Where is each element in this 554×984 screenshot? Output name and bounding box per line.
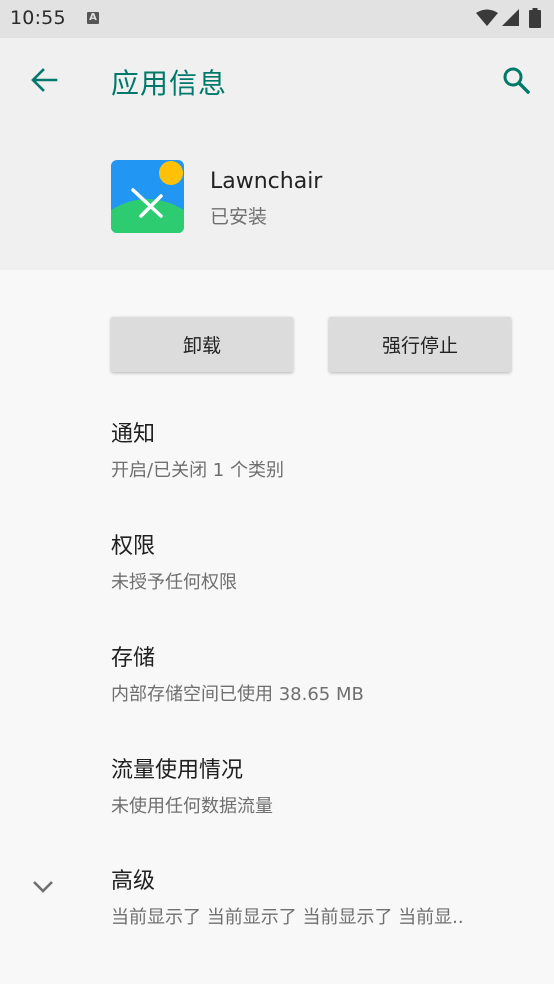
app-info-screen: 10:55 A 应用信息 Lawnchair 已安装 卸载 强行停止 通知 开启… [0, 0, 554, 984]
item-title: 流量使用情况 [111, 758, 244, 783]
lawnchair-app-icon [111, 160, 184, 233]
page-title: 应用信息 [111, 67, 228, 100]
a-icon: A [87, 12, 99, 24]
item-summary: 未使用任何数据流量 [111, 796, 273, 817]
back-button[interactable] [24, 60, 64, 100]
status-bar: 10:55 A [0, 0, 554, 38]
force-stop-button[interactable]: 强行停止 [329, 317, 511, 372]
advanced-item[interactable]: 高级 当前显示了 当前显示了 当前显示了 当前显.. [111, 863, 541, 929]
item-title: 权限 [111, 534, 156, 559]
item-summary: 开启/已关闭 1 个类别 [111, 460, 284, 481]
storage-item[interactable]: 存储 内部存储空间已使用 38.65 MB [111, 640, 541, 706]
uninstall-button[interactable]: 卸载 [111, 317, 293, 372]
app-name: Lawnchair [210, 169, 323, 194]
item-summary: 内部存储空间已使用 38.65 MB [111, 684, 364, 705]
status-time: 10:55 [10, 7, 66, 29]
signal-icon [502, 9, 519, 26]
app-header: 应用信息 Lawnchair 已安装 [0, 38, 554, 270]
item-summary: 未授予任何权限 [111, 572, 237, 593]
item-title: 通知 [111, 422, 156, 447]
item-title: 存储 [111, 646, 156, 671]
data-usage-item[interactable]: 流量使用情况 未使用任何数据流量 [111, 752, 541, 818]
battery-icon [529, 8, 541, 28]
permissions-item[interactable]: 权限 未授予任何权限 [111, 528, 541, 594]
item-summary: 当前显示了 当前显示了 当前显示了 当前显.. [111, 907, 464, 928]
arrow-back-icon [31, 68, 58, 92]
notifications-item[interactable]: 通知 开启/已关闭 1 个类别 [111, 416, 541, 482]
search-icon [503, 67, 530, 94]
wifi-icon [476, 9, 498, 26]
search-button[interactable] [496, 60, 536, 100]
item-title: 高级 [111, 869, 156, 894]
chevron-down-icon[interactable] [32, 880, 54, 894]
app-install-status: 已安装 [210, 206, 268, 228]
